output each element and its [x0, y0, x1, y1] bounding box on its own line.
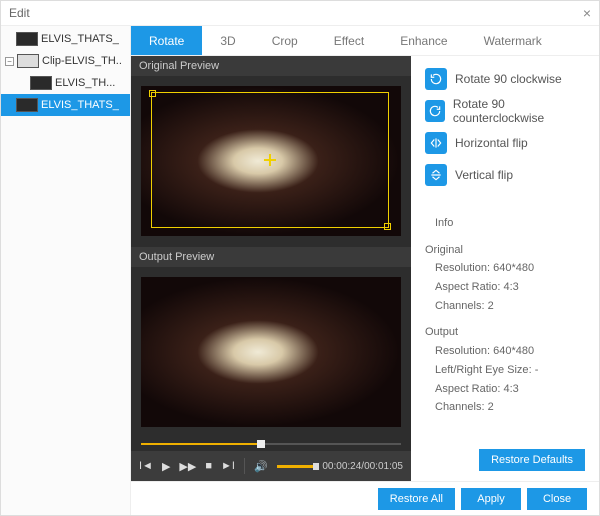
hflip-icon — [425, 132, 447, 154]
info-heading: Info — [425, 214, 585, 233]
video-thumb-icon — [30, 76, 52, 90]
info-block: Info Original Resolution640*480 Aspect R… — [425, 214, 585, 417]
time-display: 00:00:24/00:01:05 — [322, 461, 403, 472]
original-preview-label: Original Preview — [131, 56, 411, 76]
clip-thumb-icon — [17, 54, 39, 68]
tab-watermark[interactable]: Watermark — [466, 26, 560, 55]
video-frame — [141, 86, 401, 236]
window-title: Edit — [9, 6, 30, 20]
next-frame-icon[interactable]: ►I — [221, 460, 235, 472]
tab-crop[interactable]: Crop — [254, 26, 316, 55]
rotate-cw-button[interactable]: Rotate 90 clockwise — [425, 66, 585, 92]
restore-defaults-button[interactable]: Restore Defaults — [479, 449, 585, 471]
play-icon[interactable]: ▶ — [162, 460, 170, 473]
fast-forward-icon[interactable]: ▶▶ — [179, 460, 196, 473]
options-column: Rotate 90 clockwise Rotate 90 counterclo… — [411, 56, 599, 481]
body: ELVIS_THATS_ − Clip-ELVIS_TH.. ELVIS_TH.… — [1, 26, 599, 515]
volume-slider[interactable] — [277, 465, 305, 468]
collapse-icon[interactable]: − — [5, 57, 14, 66]
original-heading: Original — [425, 241, 585, 260]
output-preview — [131, 267, 411, 438]
output-heading: Output — [425, 323, 585, 342]
video-thumb-icon — [16, 32, 38, 46]
timeline[interactable] — [131, 437, 411, 451]
stop-icon[interactable]: ■ — [205, 460, 212, 472]
preview-column: Original Preview Output Preview — [131, 56, 411, 481]
main-panel: Rotate 3D Crop Effect Enhance Watermark … — [131, 26, 599, 515]
video-frame — [141, 277, 401, 427]
vflip-icon — [425, 164, 447, 186]
edit-window: Edit × ELVIS_THATS_ − Clip-ELVIS_TH.. EL… — [0, 0, 600, 516]
tab-3d[interactable]: 3D — [202, 26, 253, 55]
tab-rotate[interactable]: Rotate — [131, 26, 202, 55]
content-area: Original Preview Output Preview — [131, 56, 599, 481]
prev-frame-icon[interactable]: I◄ — [139, 460, 153, 472]
tab-enhance[interactable]: Enhance — [382, 26, 465, 55]
video-thumb-icon — [16, 98, 38, 112]
file-tree: ELVIS_THATS_ − Clip-ELVIS_TH.. ELVIS_TH.… — [1, 26, 131, 515]
playhead[interactable] — [257, 440, 265, 448]
vertical-flip-button[interactable]: Vertical flip — [425, 162, 585, 188]
tree-item[interactable]: − Clip-ELVIS_TH.. — [1, 50, 130, 72]
restore-all-button[interactable]: Restore All — [378, 488, 455, 510]
apply-button[interactable]: Apply — [461, 488, 521, 510]
tree-item[interactable]: ELVIS_THATS_ — [1, 28, 130, 50]
rotate-ccw-icon — [425, 100, 445, 122]
rotate-cw-icon — [425, 68, 447, 90]
output-preview-label: Output Preview — [131, 247, 411, 267]
crosshair-icon — [264, 154, 276, 166]
tab-effect[interactable]: Effect — [316, 26, 382, 55]
crop-overlay[interactable] — [151, 92, 389, 228]
rotate-ccw-button[interactable]: Rotate 90 counterclockwise — [425, 98, 585, 124]
tree-item-selected[interactable]: ELVIS_THATS_ — [1, 94, 130, 116]
titlebar: Edit × — [1, 1, 599, 26]
footer-actions: Restore All Apply Close — [131, 481, 599, 515]
original-preview[interactable] — [131, 76, 411, 247]
edit-tabs: Rotate 3D Crop Effect Enhance Watermark — [131, 26, 599, 56]
horizontal-flip-button[interactable]: Horizontal flip — [425, 130, 585, 156]
close-button[interactable]: Close — [527, 488, 587, 510]
player-controls: I◄ ▶ ▶▶ ■ ►I 🔊 00:00:24/00:01:05 — [131, 451, 411, 481]
volume-icon[interactable]: 🔊 — [254, 460, 268, 473]
close-icon[interactable]: × — [583, 5, 591, 21]
tree-item[interactable]: ELVIS_TH... — [1, 72, 130, 94]
